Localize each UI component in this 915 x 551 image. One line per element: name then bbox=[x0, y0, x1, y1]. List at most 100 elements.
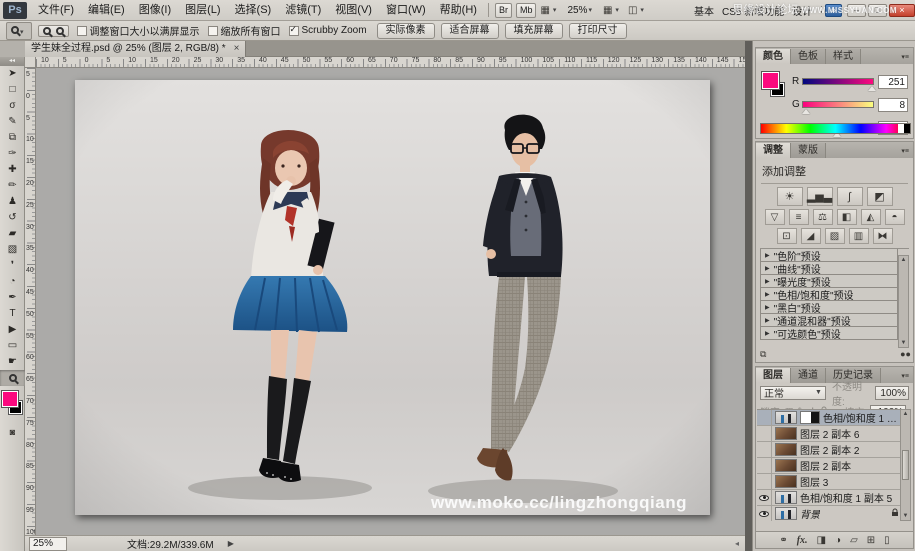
selective-color-icon[interactable]: ⧓ bbox=[873, 228, 893, 244]
blend-mode-select[interactable]: 正常▼ bbox=[760, 386, 826, 400]
menu-item[interactable]: 图层(L) bbox=[178, 0, 227, 21]
eyedropper-tool[interactable]: ✑ bbox=[0, 146, 25, 162]
add-layer-mask-icon[interactable]: ◨ bbox=[817, 535, 826, 546]
move-tool[interactable]: ➤ bbox=[0, 66, 25, 82]
tab-close-icon[interactable]: × bbox=[234, 41, 240, 57]
restore-button[interactable]: □ bbox=[868, 4, 887, 17]
close-button[interactable]: × bbox=[889, 4, 915, 17]
expand-arrow-icon[interactable]: ▶ bbox=[765, 317, 770, 324]
layer-visibility-toggle[interactable] bbox=[757, 474, 772, 489]
layer-visibility-toggle[interactable] bbox=[757, 490, 772, 505]
tab-masks[interactable]: 蒙版 bbox=[791, 143, 826, 158]
layer-mask-thumbnail[interactable] bbox=[800, 411, 820, 424]
pen-tool[interactable]: ✒ bbox=[0, 290, 25, 306]
expand-arrow-icon[interactable]: ▶ bbox=[765, 330, 770, 337]
scroll-up-icon[interactable]: ▲ bbox=[901, 257, 907, 263]
layer-thumbnail[interactable] bbox=[775, 491, 797, 504]
zoom-tool[interactable] bbox=[0, 370, 25, 386]
curves-icon[interactable]: ∫ bbox=[837, 187, 863, 206]
channel-mixer-icon[interactable]: ◓ bbox=[885, 209, 905, 225]
panel-menu-icon[interactable]: ▾≡ bbox=[901, 147, 913, 158]
brightness-contrast-icon[interactable]: ☀ bbox=[777, 187, 803, 206]
bridge-button[interactable]: Br bbox=[495, 3, 512, 18]
crop-tool[interactable]: ⧉ bbox=[0, 130, 25, 146]
channel-slider[interactable] bbox=[802, 101, 874, 108]
expand-arrow-icon[interactable]: ▶ bbox=[765, 291, 770, 298]
layer-visibility-toggle[interactable] bbox=[757, 426, 772, 441]
scrollbar[interactable]: ▲▼ bbox=[900, 409, 911, 521]
hue-saturation-icon[interactable]: ≡ bbox=[789, 209, 809, 225]
new-layer-icon[interactable]: ⊞ bbox=[867, 535, 875, 546]
layer-thumbnail[interactable] bbox=[775, 427, 797, 440]
scroll-down-icon[interactable]: ▼ bbox=[901, 340, 907, 346]
layer-name[interactable]: 图层 2 副本 2 bbox=[800, 442, 859, 457]
preset-item[interactable]: ▶"曲线"预设 bbox=[760, 262, 898, 275]
ruler-origin[interactable] bbox=[25, 57, 36, 68]
path-selection-tool[interactable]: ▶ bbox=[0, 322, 25, 338]
layer-row[interactable]: 图层 2 副本 2 bbox=[757, 442, 903, 458]
slider-pointer-icon[interactable] bbox=[802, 105, 810, 114]
gradient-tool[interactable]: ▧ bbox=[0, 242, 25, 258]
layer-name[interactable]: 图层 2 副本 6 bbox=[800, 426, 859, 441]
document-tab[interactable]: 学生妹全过程.psd @ 25% (图层 2, RGB/8) * × bbox=[25, 41, 246, 57]
type-tool[interactable]: T bbox=[0, 306, 25, 322]
workspace-button[interactable]: 3D bbox=[820, 5, 822, 16]
menu-item[interactable]: 选择(S) bbox=[228, 0, 279, 21]
opacity-field[interactable]: 100% bbox=[875, 386, 909, 400]
preset-item[interactable]: ▶"黑白"预设 bbox=[760, 301, 898, 314]
screen-mode-icon[interactable]: ◫ bbox=[628, 5, 637, 16]
preset-item[interactable]: ▶"色相/饱和度"预设 bbox=[760, 288, 898, 301]
invert-icon[interactable]: ⊡ bbox=[777, 228, 797, 244]
layer-visibility-toggle[interactable] bbox=[757, 458, 772, 473]
chevron-down-icon[interactable]: ▾ bbox=[640, 6, 644, 14]
rectangle-shape-tool[interactable]: ▭ bbox=[0, 338, 25, 354]
tab-channels[interactable]: 通道 bbox=[791, 368, 826, 383]
layer-thumbnail[interactable] bbox=[775, 443, 797, 456]
layer-name[interactable]: 色相/饱和度 1 副本 5 bbox=[800, 490, 892, 505]
scroll-thumb[interactable] bbox=[902, 450, 909, 480]
layer-name[interactable]: 图层 3 bbox=[800, 474, 828, 489]
exposure-icon[interactable]: ◩ bbox=[867, 187, 893, 206]
photo-filter-icon[interactable]: ◭ bbox=[861, 209, 881, 225]
layer-style-icon[interactable]: fx. bbox=[797, 535, 808, 546]
black-white-icon[interactable]: ◧ bbox=[837, 209, 857, 225]
workspace-button[interactable]: CS5 新增功能 bbox=[722, 3, 784, 18]
photo-document[interactable]: www.moko.cc/lingzhongqiang bbox=[75, 80, 710, 515]
vertical-ruler[interactable]: 5051015202530354045505560657075808590951… bbox=[25, 68, 36, 535]
horizontal-ruler[interactable]: 1050510152025303540455055606570758085909… bbox=[36, 57, 745, 68]
threshold-icon[interactable]: ▨ bbox=[825, 228, 845, 244]
chevron-down-icon[interactable]: ▾ bbox=[615, 6, 619, 14]
expand-arrow-icon[interactable]: ▶ bbox=[765, 278, 770, 285]
history-brush-tool[interactable]: ↺ bbox=[0, 210, 25, 226]
quick-selection-tool[interactable]: ✎ bbox=[0, 114, 25, 130]
layer-name[interactable]: 色相/饱和度 1 副... bbox=[823, 410, 903, 425]
menu-item[interactable]: 图像(I) bbox=[132, 0, 178, 21]
menu-item[interactable]: 帮助(H) bbox=[433, 0, 484, 21]
workspace-overflow-button[interactable]: » bbox=[825, 4, 842, 17]
layer-row[interactable]: 色相/饱和度 1 副本 5 bbox=[757, 490, 903, 506]
layer-thumbnail[interactable] bbox=[775, 475, 797, 488]
layer-row[interactable]: 图层 3 bbox=[757, 474, 903, 490]
lasso-tool[interactable]: σ bbox=[0, 98, 25, 114]
channel-slider[interactable] bbox=[802, 78, 874, 85]
gradient-map-icon[interactable]: ▥ bbox=[849, 228, 869, 244]
mini-bridge-button[interactable]: Mb bbox=[516, 3, 537, 18]
levels-icon[interactable]: ▂▅▃ bbox=[807, 187, 833, 206]
vibrance-icon[interactable]: ▽ bbox=[765, 209, 785, 225]
layer-visibility-toggle[interactable] bbox=[757, 410, 772, 425]
layer-visibility-toggle[interactable] bbox=[757, 442, 772, 457]
layer-name[interactable]: 背景 bbox=[800, 506, 820, 521]
menu-item[interactable]: 窗口(W) bbox=[379, 0, 433, 21]
status-zoom-field[interactable]: 25% bbox=[29, 537, 67, 551]
expand-arrow-icon[interactable]: ▶ bbox=[765, 304, 770, 311]
delete-layer-icon[interactable]: ▯ bbox=[884, 535, 890, 546]
slider-pointer-icon[interactable] bbox=[868, 82, 876, 91]
scroll-up-icon[interactable]: ▲ bbox=[903, 411, 909, 417]
tab-styles[interactable]: 样式 bbox=[826, 49, 861, 64]
arrange-documents-icon[interactable]: ▦ bbox=[603, 5, 612, 16]
clone-stamp-tool[interactable]: ♟ bbox=[0, 194, 25, 210]
expand-arrow-icon[interactable]: ▶ bbox=[765, 265, 770, 272]
rectangular-marquee-tool[interactable]: □ bbox=[0, 82, 25, 98]
layer-row[interactable]: 背景 bbox=[757, 506, 903, 521]
link-layers-icon[interactable]: ⚭ bbox=[779, 535, 787, 546]
